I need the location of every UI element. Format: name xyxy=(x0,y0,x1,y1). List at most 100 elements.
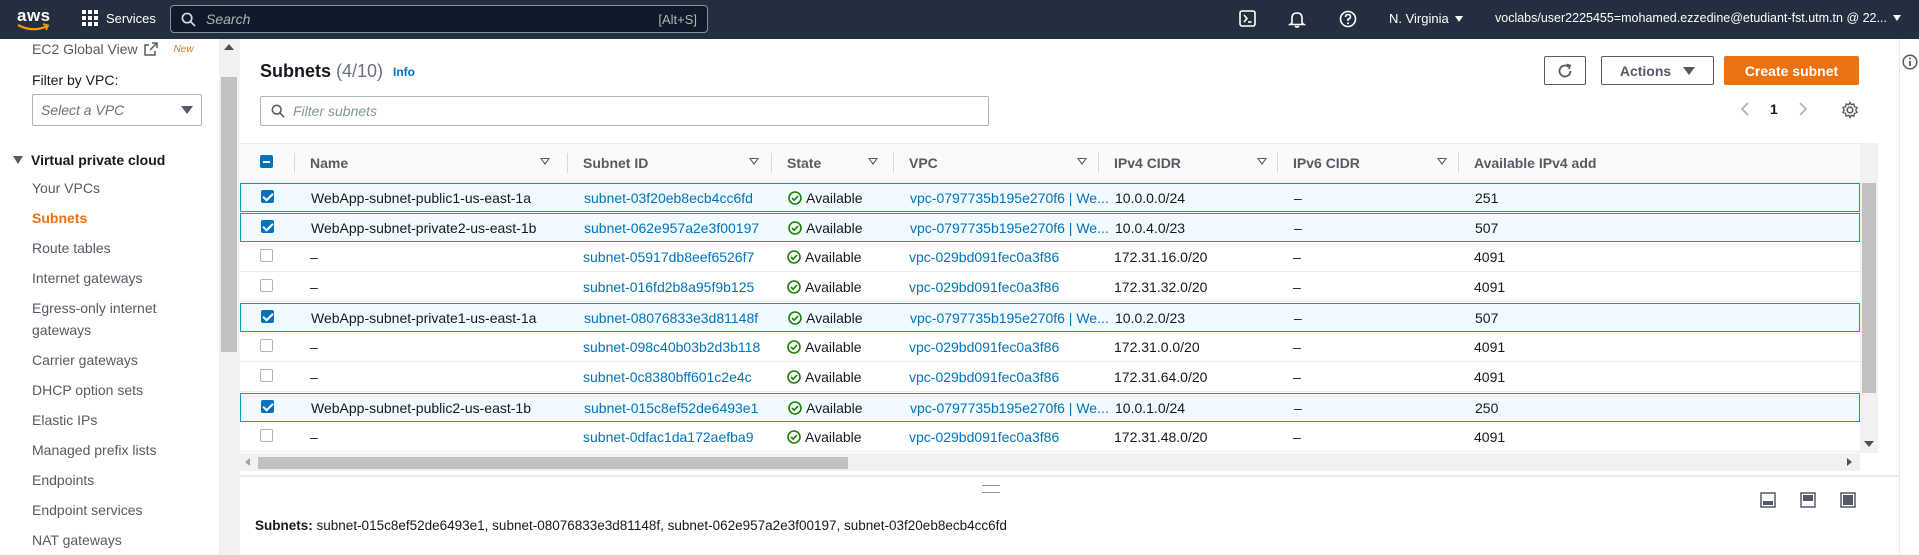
services-menu-button[interactable]: Services xyxy=(82,10,156,26)
vpc-section-toggle[interactable]: Virtual private cloud xyxy=(13,152,165,168)
table-row[interactable]: WebApp-subnet-public2-us-east-1b subnet-0… xyxy=(240,393,1860,422)
vertical-scroll-thumb[interactable] xyxy=(1862,183,1876,393)
column-header-vpc[interactable]: VPC xyxy=(909,155,938,171)
actions-dropdown-button[interactable]: Actions xyxy=(1601,56,1714,85)
select-all-checkbox[interactable] xyxy=(260,155,273,168)
split-panel-bottom-icon[interactable] xyxy=(1760,492,1776,508)
row-select-checkbox[interactable] xyxy=(260,369,273,382)
table-vertical-scrollbar[interactable] xyxy=(1860,143,1878,453)
cell-subnet-id[interactable]: subnet-08076833e3d81148f xyxy=(584,310,758,326)
horizontal-scroll-thumb[interactable] xyxy=(258,457,848,469)
row-select-checkbox[interactable] xyxy=(261,310,274,323)
cell-subnet-id[interactable]: subnet-0dfac1da172aefba9 xyxy=(583,429,753,445)
scroll-left-arrow-icon[interactable] xyxy=(245,458,250,466)
sidebar-item-egress-only-internet-gateways-cont[interactable]: gateways xyxy=(32,322,91,338)
sidebar-scroll-thumb[interactable] xyxy=(221,77,237,352)
table-row[interactable]: – subnet-098c40b03b2d3b118 Available vpc-02… xyxy=(240,333,1860,362)
cell-vpc[interactable]: vpc-029bd091fec0a3f86 xyxy=(909,249,1059,265)
split-panel-full-icon[interactable] xyxy=(1840,492,1856,508)
cell-subnet-id[interactable]: subnet-015c8ef52de6493e1 xyxy=(584,400,758,416)
cell-vpc[interactable]: vpc-029bd091fec0a3f86 xyxy=(909,369,1059,385)
sidebar-item-egress-only-internet-gateways[interactable]: Egress-only internet xyxy=(32,300,157,316)
aws-logo[interactable]: aws xyxy=(17,6,51,32)
cell-vpc[interactable]: vpc-029bd091fec0a3f86 xyxy=(909,339,1059,355)
info-link[interactable]: Info xyxy=(393,65,415,79)
sort-caret-icon[interactable] xyxy=(868,158,878,165)
row-select-checkbox[interactable] xyxy=(261,190,274,203)
cell-subnet-id[interactable]: subnet-0c8380bff601c2e4c xyxy=(583,369,752,385)
sidebar-item-dhcp-option-sets[interactable]: DHCP option sets xyxy=(32,382,143,398)
caret-down-icon xyxy=(1454,15,1463,22)
previous-page-icon[interactable] xyxy=(1740,101,1750,117)
cell-vpc[interactable]: vpc-029bd091fec0a3f86 xyxy=(909,429,1059,445)
sort-caret-icon[interactable] xyxy=(749,158,759,165)
row-select-checkbox[interactable] xyxy=(261,220,274,233)
sidebar-scrollbar[interactable] xyxy=(219,39,239,555)
table-preferences-gear-icon[interactable] xyxy=(1841,101,1859,119)
scroll-up-arrow-icon[interactable] xyxy=(224,44,234,50)
sidebar-item-subnets[interactable]: Subnets xyxy=(32,210,87,226)
ec2-global-view-link[interactable]: EC2 Global View New xyxy=(32,41,194,57)
sort-caret-icon[interactable] xyxy=(540,158,550,165)
cell-subnet-id[interactable]: subnet-062e957a2e3f00197 xyxy=(584,220,759,236)
row-select-checkbox[interactable] xyxy=(260,429,273,442)
scroll-right-arrow-icon[interactable] xyxy=(1847,458,1852,466)
column-header-ipv6-cidr[interactable]: IPv6 CIDR xyxy=(1293,155,1360,171)
row-select-checkbox[interactable] xyxy=(260,279,273,292)
current-page-number[interactable]: 1 xyxy=(1770,101,1778,117)
sidebar-item-carrier-gateways[interactable]: Carrier gateways xyxy=(32,352,138,368)
cell-subnet-id[interactable]: subnet-05917db8eef6526f7 xyxy=(583,249,754,265)
row-select-checkbox[interactable] xyxy=(261,400,274,413)
sidebar-item-endpoints[interactable]: Endpoints xyxy=(32,472,94,488)
table-row[interactable]: – subnet-0c8380bff601c2e4c Available vpc-02… xyxy=(240,363,1860,392)
row-select-checkbox[interactable] xyxy=(260,339,273,352)
sidebar-item-elastic-ips[interactable]: Elastic IPs xyxy=(32,412,97,428)
cell-subnet-id[interactable]: subnet-098c40b03b2d3b118 xyxy=(583,339,760,355)
cloudshell-icon[interactable] xyxy=(1239,10,1256,27)
column-header-state[interactable]: State xyxy=(787,155,821,171)
cell-vpc[interactable]: vpc-0797735b195e270f6 | We... xyxy=(910,190,1109,206)
sidebar-item-nat-gateways[interactable]: NAT gateways xyxy=(32,532,122,548)
cell-subnet-id[interactable]: subnet-03f20eb8ecb4cc6fd xyxy=(584,190,753,206)
sidebar-item-route-tables[interactable]: Route tables xyxy=(32,240,111,256)
filter-subnets-input[interactable]: Filter subnets xyxy=(260,96,989,126)
details-value: subnet-015c8ef52de6493e1, subnet-0807683… xyxy=(316,518,1007,533)
table-row[interactable]: WebApp-subnet-private2-us-east-1b subnet-… xyxy=(240,213,1860,242)
region-selector[interactable]: N. Virginia xyxy=(1389,11,1463,26)
sidebar-item-your-vpcs[interactable]: Your VPCs xyxy=(32,180,100,196)
sidebar-item-managed-prefix-lists[interactable]: Managed prefix lists xyxy=(32,442,157,458)
table-row[interactable]: – subnet-0dfac1da172aefba9 Available vpc-02… xyxy=(240,423,1860,452)
create-subnet-button[interactable]: Create subnet xyxy=(1724,56,1859,85)
sort-caret-icon[interactable] xyxy=(1437,158,1447,165)
table-row[interactable]: WebApp-subnet-private1-us-east-1a subnet-… xyxy=(240,303,1860,332)
scroll-down-arrow-icon[interactable] xyxy=(1864,441,1874,447)
next-page-icon[interactable] xyxy=(1798,101,1808,117)
cell-vpc[interactable]: vpc-0797735b195e270f6 | We... xyxy=(910,400,1109,416)
sort-caret-icon[interactable] xyxy=(1257,158,1267,165)
column-header-available-ipv4[interactable]: Available IPv4 add xyxy=(1474,155,1596,171)
notifications-bell-icon[interactable] xyxy=(1288,10,1306,28)
table-row[interactable]: – subnet-016fd2b8a95f9b125 Available vpc-02… xyxy=(240,273,1860,302)
row-select-checkbox[interactable] xyxy=(260,249,273,262)
global-search-input[interactable]: Search [Alt+S] xyxy=(170,5,708,33)
sidebar-item-internet-gateways[interactable]: Internet gateways xyxy=(32,270,143,286)
vpc-filter-select[interactable]: Select a VPC xyxy=(32,94,202,126)
info-panel-icon[interactable] xyxy=(1902,54,1918,70)
split-panel-resize-handle[interactable] xyxy=(982,485,1000,493)
cell-vpc[interactable]: vpc-029bd091fec0a3f86 xyxy=(909,279,1059,295)
refresh-button[interactable] xyxy=(1544,56,1586,85)
table-row[interactable]: – subnet-05917db8eef6526f7 Available vpc-02… xyxy=(240,243,1860,272)
account-menu[interactable]: voclabs/user2225455=mohamed.ezzedine@etu… xyxy=(1495,11,1901,25)
cell-vpc[interactable]: vpc-0797735b195e270f6 | We... xyxy=(910,220,1109,236)
table-horizontal-scrollbar[interactable] xyxy=(240,453,1860,471)
column-header-name[interactable]: Name xyxy=(310,155,348,171)
split-panel-side-icon[interactable] xyxy=(1800,492,1816,508)
sort-caret-icon[interactable] xyxy=(1077,158,1087,165)
cell-vpc[interactable]: vpc-0797735b195e270f6 | We... xyxy=(910,310,1109,326)
table-row[interactable]: WebApp-subnet-public1-us-east-1a subnet-0… xyxy=(240,183,1860,212)
help-icon[interactable] xyxy=(1339,10,1357,28)
column-header-ipv4-cidr[interactable]: IPv4 CIDR xyxy=(1114,155,1181,171)
column-header-subnet-id[interactable]: Subnet ID xyxy=(583,155,648,171)
sidebar-item-endpoint-services[interactable]: Endpoint services xyxy=(32,502,143,518)
cell-subnet-id[interactable]: subnet-016fd2b8a95f9b125 xyxy=(583,279,754,295)
